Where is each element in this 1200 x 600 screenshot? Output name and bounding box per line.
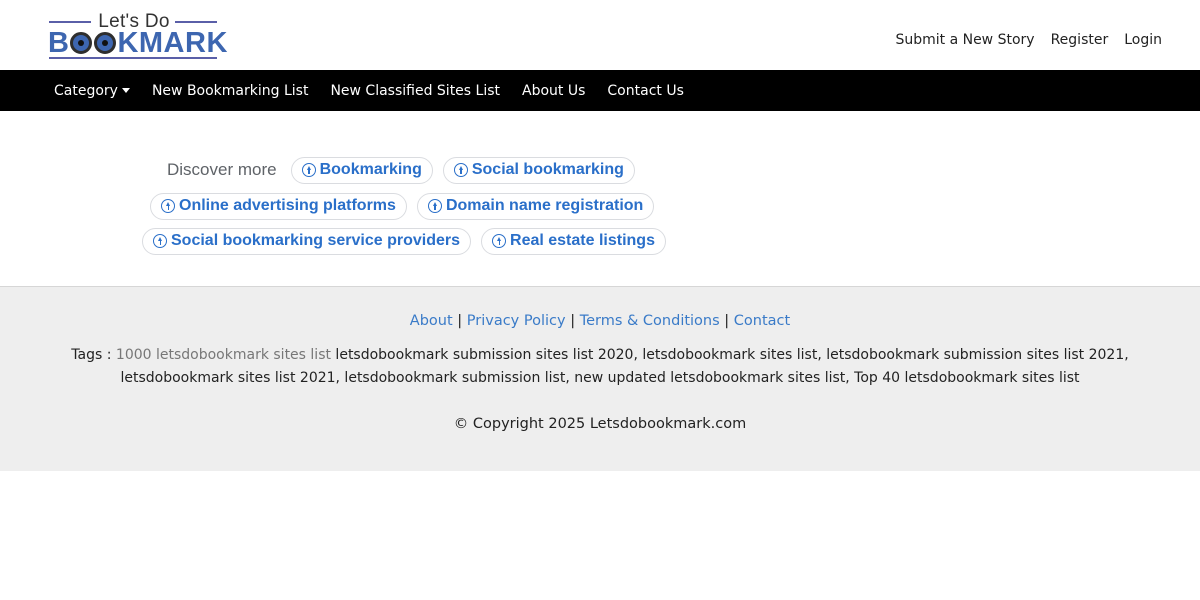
- site-logo[interactable]: Let's Do B KMARK: [48, 11, 227, 60]
- register-link[interactable]: Register: [1051, 32, 1109, 48]
- submit-story-link[interactable]: Submit a New Story: [895, 32, 1034, 48]
- chip-label: Bookmarking: [319, 161, 422, 178]
- logo-divider: [175, 21, 217, 23]
- nav-new-bookmarking-list[interactable]: New Bookmarking List: [141, 83, 319, 99]
- footer-separator: |: [457, 313, 463, 329]
- nav-contact-us[interactable]: Contact Us: [596, 83, 694, 99]
- discover-row: Online advertising platforms Domain name…: [150, 192, 664, 220]
- footer-about-link[interactable]: About: [410, 313, 453, 329]
- discover-chip-social-bookmarking[interactable]: Social bookmarking: [442, 156, 635, 184]
- arrow-up-circle-icon: [153, 234, 167, 248]
- logo-divider: [49, 21, 91, 23]
- eye-icon: [94, 32, 117, 54]
- arrow-up-circle-icon: [492, 234, 507, 248]
- arrow-up-circle-icon: [301, 163, 316, 177]
- site-header: Let's Do B KMARK Submit a New Story Regis…: [0, 0, 1200, 70]
- footer-links: About | Privacy Policy | Terms & Conditi…: [0, 313, 1200, 329]
- logo-underline: [49, 57, 217, 59]
- footer-privacy-link[interactable]: Privacy Policy: [467, 313, 566, 329]
- chip-label: Domain name registration: [445, 197, 644, 214]
- eye-icon: [70, 32, 93, 54]
- discover-chip-online-advertising[interactable]: Online advertising platforms: [150, 192, 407, 220]
- category-dropdown[interactable]: Category: [43, 83, 141, 99]
- chip-label: Social bookmarking service providers: [171, 232, 461, 249]
- arrow-up-circle-icon: [161, 199, 175, 213]
- arrow-up-circle-icon: [453, 163, 468, 177]
- logo-letters: KMARK: [117, 27, 228, 59]
- caret-down-icon: [121, 88, 130, 93]
- chip-label: Real estate listings: [510, 232, 655, 249]
- discover-chip-domain-registration[interactable]: Domain name registration: [416, 192, 655, 220]
- chip-label: Online advertising platforms: [179, 197, 396, 214]
- discover-row: Discover more Bookmarking Social bookmar…: [167, 156, 645, 184]
- category-label: Category: [54, 82, 118, 99]
- nav-new-classified-sites-list[interactable]: New Classified Sites List: [319, 83, 511, 99]
- nav-about-us[interactable]: About Us: [511, 83, 596, 99]
- arrow-up-circle-icon: [427, 199, 442, 213]
- footer-separator: |: [724, 313, 730, 329]
- site-footer: About | Privacy Policy | Terms & Conditi…: [0, 286, 1200, 471]
- tags-prefix: Tags :: [71, 347, 116, 363]
- discover-row: Social bookmarking service providers Rea…: [142, 227, 676, 255]
- discover-chip-bookmarking[interactable]: Bookmarking: [290, 156, 433, 184]
- logo-letter: B: [48, 27, 70, 59]
- main-navbar: Category New Bookmarking List New Classi…: [0, 70, 1200, 111]
- footer-tags: Tags : 1000 letsdobookmark sites list le…: [48, 344, 1152, 390]
- logo-bottom-text: B KMARK: [48, 27, 227, 59]
- discover-more-label: Discover more: [167, 160, 277, 179]
- header-links: Submit a New Story Register Login: [895, 32, 1162, 48]
- login-link[interactable]: Login: [1124, 32, 1162, 48]
- footer-contact-link[interactable]: Contact: [734, 313, 790, 329]
- copyright-text: © Copyright 2025 Letsdobookmark.com: [453, 416, 747, 432]
- tags-first: 1000 letsdobookmark sites list: [115, 347, 331, 363]
- footer-separator: |: [570, 313, 576, 329]
- discover-chip-social-bookmarking-providers[interactable]: Social bookmarking service providers: [142, 227, 472, 255]
- chip-label: Social bookmarking: [471, 161, 624, 178]
- discover-chip-real-estate-listings[interactable]: Real estate listings: [481, 227, 666, 255]
- footer-terms-link[interactable]: Terms & Conditions: [580, 313, 720, 329]
